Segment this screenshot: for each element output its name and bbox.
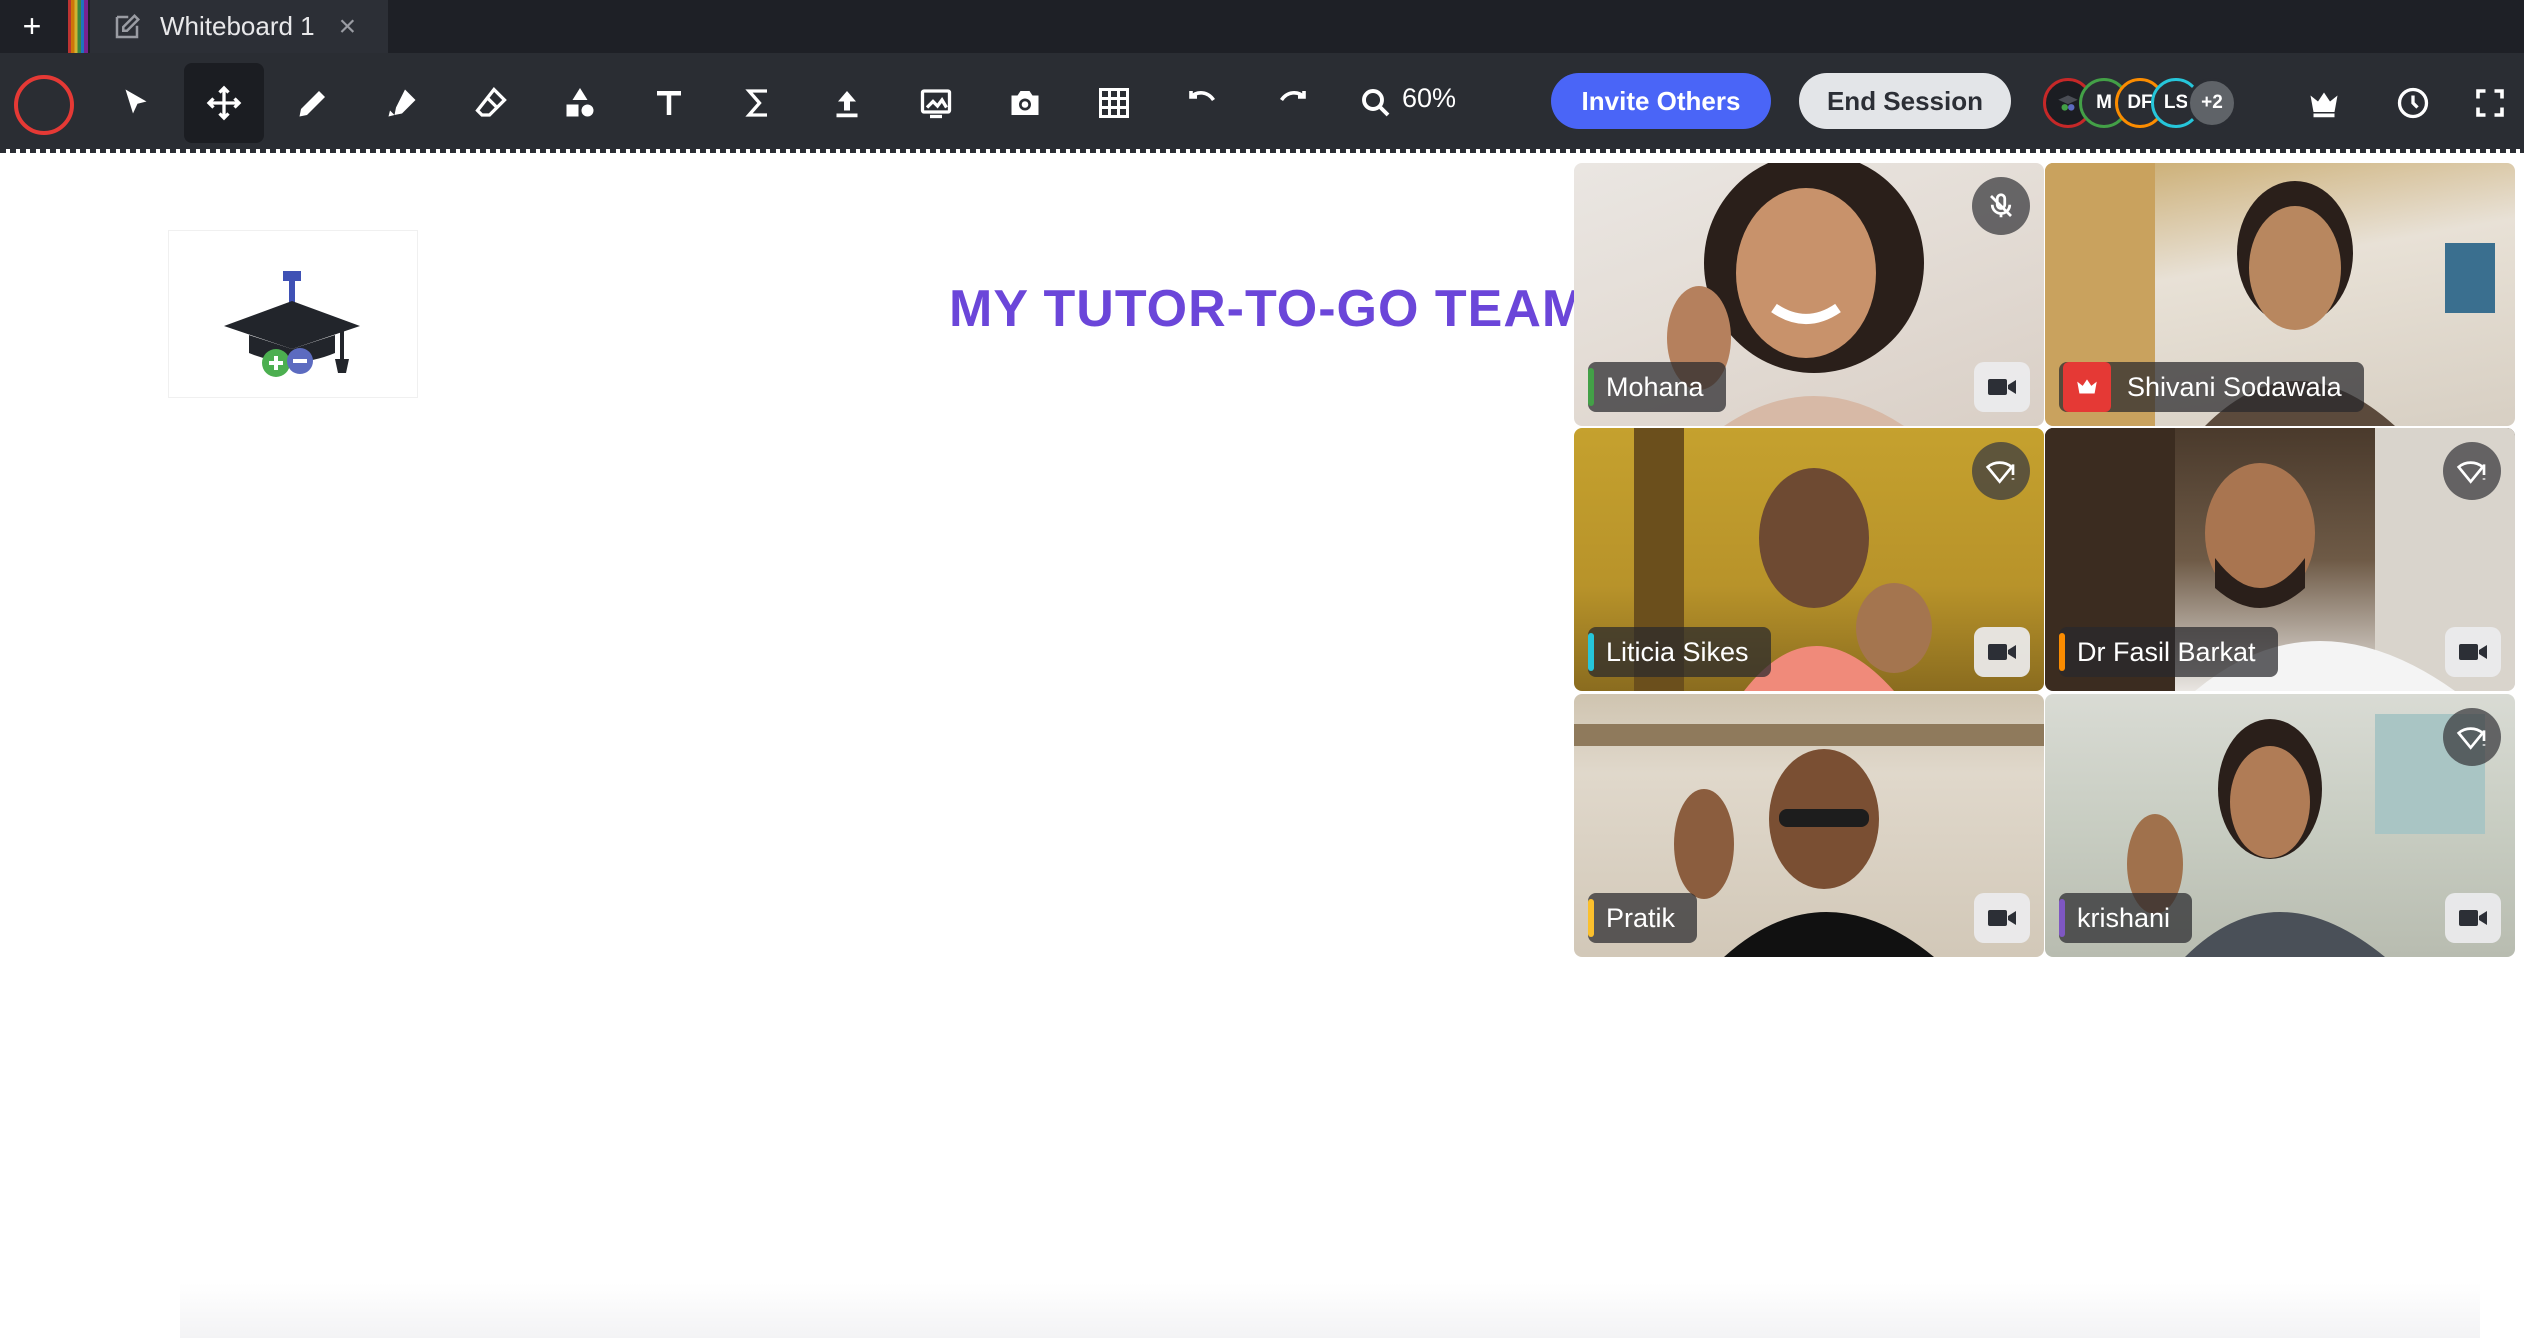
invite-others-button[interactable]: Invite Others — [1551, 73, 1771, 129]
tab-bar: + Whiteboard 1 × — [0, 0, 2524, 53]
toolbar: 60% Invite Others End Session M DF LS +2 — [0, 53, 2524, 149]
shapes-icon — [566, 88, 594, 117]
video-tile[interactable]: Mohana — [1574, 163, 2044, 426]
marker-icon — [388, 89, 416, 117]
graduation-cap-logo-icon — [224, 271, 360, 377]
video-tile[interactable]: Liticia Sikes — [1574, 428, 2044, 691]
camera-toggle-button[interactable] — [1974, 627, 2030, 677]
participant-name: Pratik — [1606, 902, 1676, 933]
video-camera-icon — [1988, 910, 2016, 926]
video-tile[interactable]: Shivani Sodawala — [2045, 163, 2515, 426]
participant-name-tag: Mohana — [1588, 362, 1726, 412]
undo-button[interactable] — [1163, 63, 1243, 143]
color-strip — [68, 0, 88, 53]
redo-button[interactable] — [1252, 63, 1332, 143]
fullscreen-button[interactable] — [2460, 63, 2520, 143]
camera-tool-button[interactable] — [985, 63, 1065, 143]
search-icon — [1362, 89, 1390, 117]
weak-signal-icon — [2443, 708, 2501, 766]
participant-name-tag: Pratik — [1588, 893, 1698, 943]
video-tile[interactable]: Dr Fasil Barkat — [2045, 428, 2515, 691]
camera-toggle-button[interactable] — [1974, 362, 2030, 412]
video-camera-icon — [1988, 644, 2016, 660]
participant-name-tag: Shivani Sodawala — [2059, 362, 2364, 412]
pointer-icon — [125, 89, 147, 114]
history-button[interactable] — [2373, 63, 2453, 143]
camera-toggle-button[interactable] — [2445, 893, 2501, 943]
table-tool-button[interactable] — [1074, 63, 1154, 143]
weak-signal-icon — [1972, 442, 2030, 500]
math-tool-button[interactable] — [718, 63, 798, 143]
record-button[interactable] — [14, 75, 74, 135]
highlighter-tool-button[interactable] — [362, 63, 442, 143]
eraser-icon — [475, 87, 507, 117]
end-session-button[interactable]: End Session — [1799, 73, 2011, 129]
text-tool-button[interactable] — [629, 63, 709, 143]
canvas-edge — [180, 1283, 2480, 1338]
eraser-tool-button[interactable] — [451, 63, 531, 143]
undo-icon — [1189, 91, 1215, 102]
redo-icon — [1280, 91, 1306, 102]
upload-icon — [836, 91, 858, 118]
crown-icon — [2310, 92, 2338, 118]
logo-avatar-icon — [2058, 95, 2078, 111]
participant-name: Liticia Sikes — [1606, 636, 1749, 667]
move-icon — [206, 85, 242, 121]
video-tile[interactable]: Pratik — [1574, 694, 2044, 957]
video-camera-icon — [1988, 379, 2016, 395]
edit-icon — [115, 13, 141, 38]
sigma-icon — [745, 89, 767, 117]
participant-name-tag: krishani — [2059, 893, 2193, 943]
pen-tool-button[interactable] — [273, 63, 353, 143]
participant-name-tag: Liticia Sikes — [1588, 627, 1771, 677]
participant-name: Mohana — [1606, 371, 1704, 402]
tab-whiteboard[interactable]: Whiteboard 1 × — [90, 0, 388, 53]
mic-off-icon — [1972, 177, 2030, 235]
move-tool-button[interactable] — [184, 63, 264, 143]
camera-toggle-button[interactable] — [1974, 893, 2030, 943]
video-tile[interactable]: krishani — [2045, 694, 2515, 957]
host-controls-button[interactable] — [2284, 63, 2364, 143]
participant-name: Shivani Sodawala — [2127, 371, 2342, 402]
camera-toggle-button[interactable] — [2445, 627, 2501, 677]
tab-title: Whiteboard 1 — [160, 11, 315, 41]
select-tool-button[interactable] — [96, 63, 176, 143]
grid-icon — [1099, 88, 1129, 118]
shapes-tool-button[interactable] — [540, 63, 620, 143]
logo-image[interactable] — [168, 230, 418, 398]
video-camera-icon — [2459, 910, 2487, 926]
weak-signal-icon — [2443, 442, 2501, 500]
camera-icon — [1011, 91, 1039, 115]
board-title-text[interactable]: MY TUTOR-TO-GO TEAM — [949, 279, 1586, 339]
zoom-level: 60% — [1402, 83, 1457, 113]
image-tool-button[interactable] — [896, 63, 976, 143]
avatar-overflow[interactable]: +2 — [2187, 78, 2237, 128]
clock-icon — [2397, 87, 2429, 119]
participant-name: krishani — [2077, 902, 2171, 933]
video-camera-icon — [2459, 644, 2487, 660]
image-icon — [920, 89, 952, 119]
participant-name: Dr Fasil Barkat — [2077, 636, 2256, 667]
participant-name-tag: Dr Fasil Barkat — [2059, 627, 2278, 677]
close-tab-icon[interactable]: × — [339, 11, 357, 42]
text-icon — [657, 91, 681, 115]
fullscreen-icon — [2476, 89, 2504, 117]
upload-tool-button[interactable] — [807, 63, 887, 143]
pencil-icon — [299, 91, 325, 117]
host-crown-icon — [2063, 362, 2111, 412]
new-tab-button[interactable]: + — [12, 6, 52, 46]
